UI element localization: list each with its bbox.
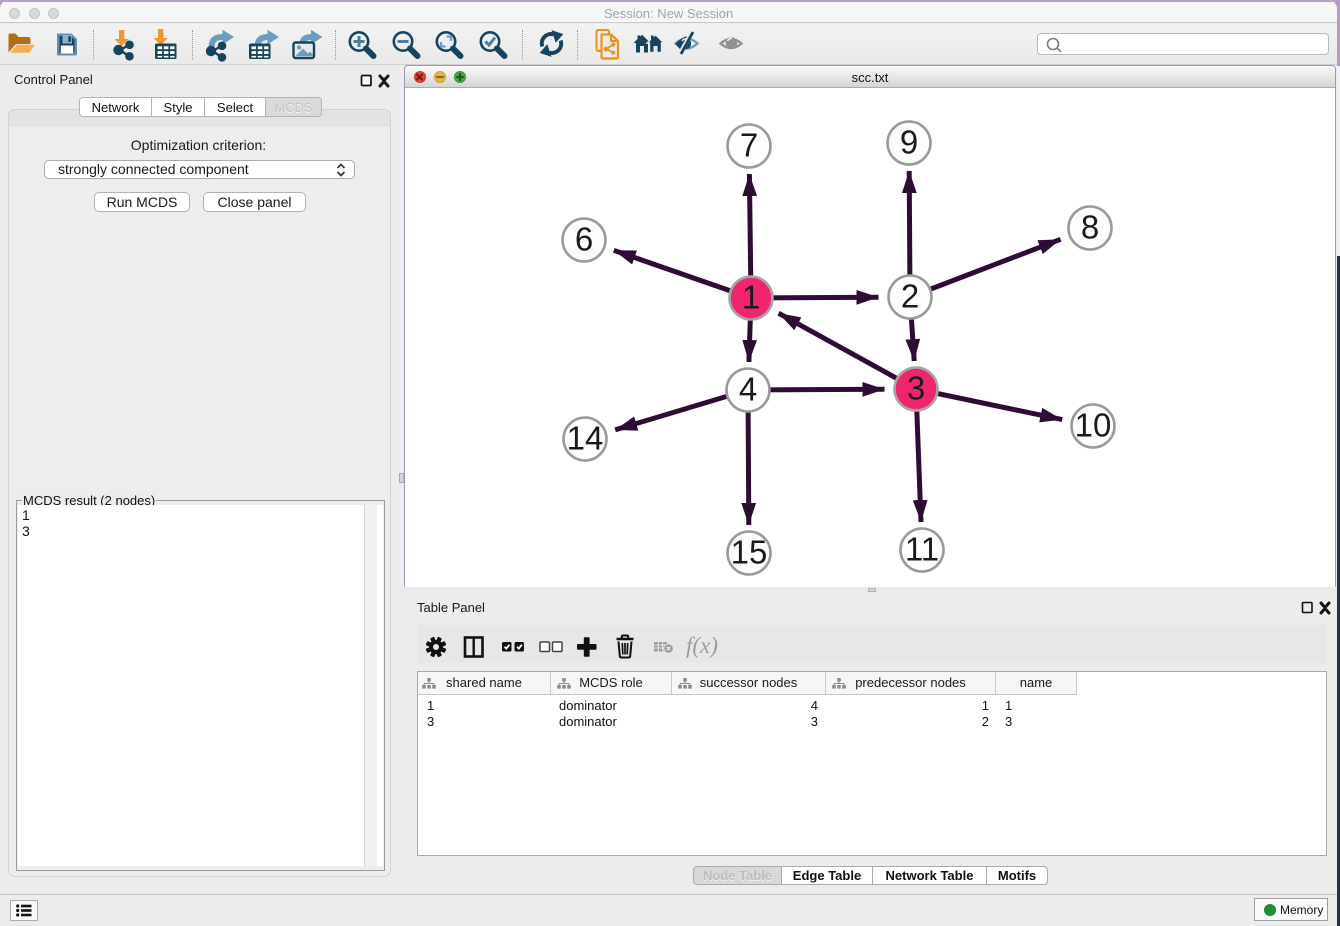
- svg-text:1: 1: [742, 279, 760, 316]
- svg-text:6: 6: [575, 221, 593, 258]
- svg-text:11: 11: [905, 531, 939, 568]
- svg-text:14: 14: [567, 420, 604, 457]
- svg-text:8: 8: [1081, 209, 1099, 246]
- svg-text:9: 9: [900, 124, 918, 161]
- svg-text:4: 4: [739, 371, 757, 408]
- svg-text:2: 2: [901, 278, 919, 315]
- svg-text:10: 10: [1075, 407, 1112, 444]
- svg-text:7: 7: [740, 127, 758, 164]
- svg-text:15: 15: [731, 534, 768, 571]
- svg-text:f(x): f(x): [686, 633, 718, 658]
- svg-text:3: 3: [907, 370, 925, 407]
